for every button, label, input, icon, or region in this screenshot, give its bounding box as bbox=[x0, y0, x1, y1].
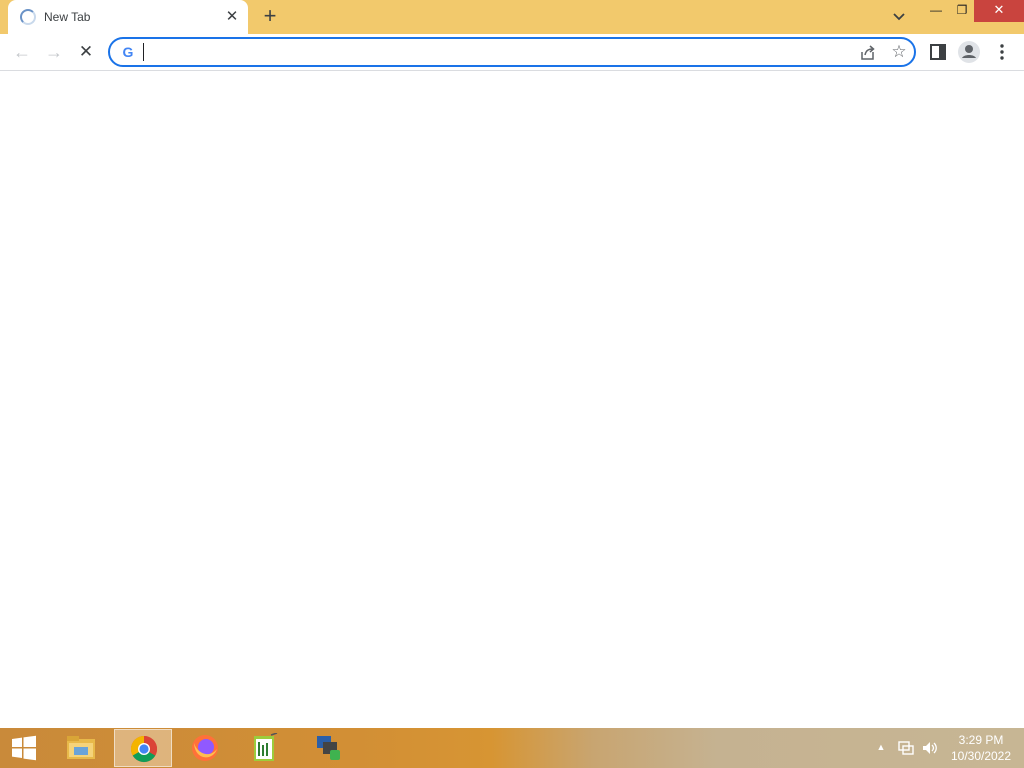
notepad-plus-icon bbox=[254, 733, 278, 761]
clock-date: 10/30/2022 bbox=[950, 749, 1012, 763]
volume-icon[interactable] bbox=[921, 739, 939, 757]
taskbar-file-explorer[interactable] bbox=[52, 729, 110, 767]
taskbar-firefox[interactable] bbox=[176, 729, 234, 767]
minimize-button[interactable]: — bbox=[922, 0, 950, 22]
folder-icon bbox=[67, 736, 95, 759]
maximize-button[interactable]: ❐ bbox=[948, 0, 976, 22]
bookmark-star-icon[interactable]: ☆ bbox=[888, 41, 910, 63]
text-caret bbox=[143, 43, 144, 61]
forward-button[interactable]: → bbox=[40, 38, 68, 66]
google-icon: G bbox=[122, 44, 134, 60]
tab-close-button[interactable]: ✕ bbox=[222, 7, 242, 27]
tab-title: New Tab bbox=[44, 10, 91, 24]
browser-toolbar: ← → ✕ G ☆ bbox=[0, 34, 1024, 71]
profile-avatar-icon[interactable] bbox=[956, 39, 982, 65]
clock-time: 3:29 PM bbox=[958, 733, 1004, 747]
firefox-icon bbox=[192, 735, 218, 761]
taskbar: ▲ 3:29 PM 10/30/2022 bbox=[0, 728, 1024, 768]
tab-strip: New Tab ✕ + — ❐ ✕ bbox=[0, 0, 1024, 34]
start-button[interactable] bbox=[8, 734, 40, 762]
share-icon[interactable] bbox=[858, 43, 878, 63]
chrome-icon bbox=[130, 735, 158, 763]
taskbar-chrome[interactable] bbox=[114, 729, 172, 767]
page-content[interactable] bbox=[0, 71, 1024, 728]
tab-search-button[interactable] bbox=[888, 7, 910, 27]
window-close-button[interactable]: ✕ bbox=[974, 0, 1024, 22]
address-bar[interactable]: G ☆ bbox=[108, 37, 916, 67]
taskbar-notepad-plus-plus[interactable] bbox=[236, 729, 294, 767]
kebab-menu-icon[interactable] bbox=[990, 39, 1016, 65]
address-input[interactable] bbox=[142, 42, 842, 62]
chevron-down-icon bbox=[893, 13, 905, 21]
show-hidden-icons-button[interactable]: ▲ bbox=[874, 740, 888, 754]
app-icon bbox=[317, 736, 340, 760]
side-panel-icon[interactable] bbox=[925, 39, 951, 65]
windows-logo-icon bbox=[12, 735, 36, 761]
network-icon[interactable] bbox=[897, 739, 915, 757]
back-button[interactable]: ← bbox=[8, 38, 36, 66]
system-clock[interactable]: 3:29 PM 10/30/2022 bbox=[946, 732, 1016, 764]
loading-spinner-icon bbox=[20, 9, 36, 25]
new-tab-button[interactable]: + bbox=[258, 5, 282, 29]
stop-loading-button[interactable]: ✕ bbox=[72, 38, 100, 66]
taskbar-app[interactable] bbox=[300, 729, 358, 767]
tab-new-tab[interactable]: New Tab ✕ bbox=[8, 0, 248, 34]
